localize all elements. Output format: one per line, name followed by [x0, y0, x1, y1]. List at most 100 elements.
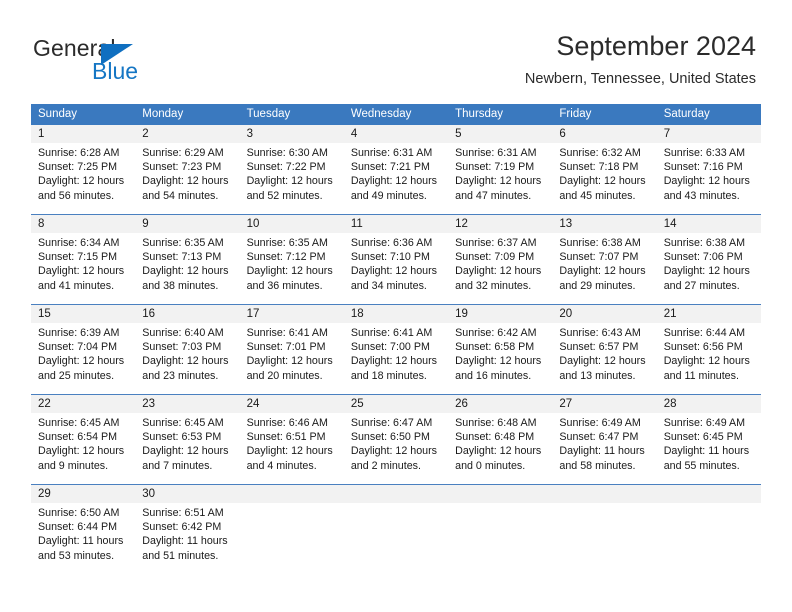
day-number[interactable]: 30: [135, 485, 239, 503]
sunrise-text: Sunrise: 6:38 AM: [559, 237, 641, 249]
sunrise-text: Sunrise: 6:47 AM: [350, 417, 433, 429]
day-number[interactable]: 9: [135, 215, 239, 233]
daylight-text-line2: and 47 minutes.: [455, 189, 532, 202]
daylight-text-line1: Daylight: 11 hours: [142, 535, 228, 548]
day-cell[interactable]: Sunrise: 6:36 AM Sunset: 7:10 PM Dayligh…: [344, 233, 448, 304]
day-cell[interactable]: Sunrise: 6:51 AM Sunset: 6:42 PM Dayligh…: [135, 503, 239, 574]
day-number[interactable]: 1: [31, 125, 135, 143]
daylight-text-line2: and 53 minutes.: [38, 549, 115, 562]
day-cell[interactable]: Sunrise: 6:49 AM Sunset: 6:47 PM Dayligh…: [552, 413, 656, 484]
day-cell[interactable]: Sunrise: 6:45 AM Sunset: 6:54 PM Dayligh…: [31, 413, 135, 484]
daylight-text-line2: and 16 minutes.: [455, 369, 532, 382]
day-number[interactable]: 27: [552, 395, 656, 413]
day-cell[interactable]: Sunrise: 6:46 AM Sunset: 6:51 PM Dayligh…: [240, 413, 344, 484]
calendar-week-row: 22 23 24 25 26 27 28 Sunrise: 6:45 AM Su…: [31, 394, 761, 484]
day-number[interactable]: 7: [657, 125, 761, 143]
day-number[interactable]: 24: [240, 395, 344, 413]
day-number[interactable]: 28: [657, 395, 761, 413]
daylight-text-line1: Daylight: 12 hours: [350, 355, 437, 368]
week-body-row: Sunrise: 6:50 AM Sunset: 6:44 PM Dayligh…: [31, 503, 761, 574]
day-cell[interactable]: Sunrise: 6:38 AM Sunset: 7:06 PM Dayligh…: [657, 233, 761, 304]
daylight-text-line2: and 13 minutes.: [559, 369, 636, 382]
daylight-text-line2: and 51 minutes.: [142, 549, 219, 562]
day-cell[interactable]: Sunrise: 6:30 AM Sunset: 7:22 PM Dayligh…: [240, 143, 344, 214]
day-number[interactable]: 29: [31, 485, 135, 503]
day-cell[interactable]: Sunrise: 6:31 AM Sunset: 7:19 PM Dayligh…: [448, 143, 552, 214]
daylight-text-line2: and 45 minutes.: [559, 189, 636, 202]
day-number[interactable]: 23: [135, 395, 239, 413]
day-cell[interactable]: Sunrise: 6:42 AM Sunset: 6:58 PM Dayligh…: [448, 323, 552, 394]
day-cell[interactable]: Sunrise: 6:28 AM Sunset: 7:25 PM Dayligh…: [31, 143, 135, 214]
day-cell[interactable]: Sunrise: 6:40 AM Sunset: 7:03 PM Dayligh…: [135, 323, 239, 394]
day-cell[interactable]: Sunrise: 6:37 AM Sunset: 7:09 PM Dayligh…: [448, 233, 552, 304]
daylight-text-line1: Daylight: 12 hours: [246, 445, 333, 458]
day-number[interactable]: 6: [552, 125, 656, 143]
day-number[interactable]: 22: [31, 395, 135, 413]
day-cell[interactable]: Sunrise: 6:38 AM Sunset: 7:07 PM Dayligh…: [552, 233, 656, 304]
day-number[interactable]: 13: [552, 215, 656, 233]
day-number[interactable]: 20: [552, 305, 656, 323]
daylight-text-line1: Daylight: 12 hours: [246, 175, 333, 188]
day-number[interactable]: 25: [344, 395, 448, 413]
day-number[interactable]: 3: [240, 125, 344, 143]
calendar-week-row: 15 16 17 18 19 20 21 Sunrise: 6:39 AM Su…: [31, 304, 761, 394]
day-number[interactable]: 18: [344, 305, 448, 323]
weekday-header-monday: Monday: [142, 108, 184, 120]
sunrise-text: Sunrise: 6:41 AM: [246, 327, 328, 339]
day-cell[interactable]: Sunrise: 6:44 AM Sunset: 6:56 PM Dayligh…: [657, 323, 761, 394]
day-cell[interactable]: Sunrise: 6:35 AM Sunset: 7:12 PM Dayligh…: [240, 233, 344, 304]
calendar-week-row: 8 9 10 11 12 13 14 Sunrise: 6:34 AM Suns…: [31, 214, 761, 304]
daylight-text-line1: Daylight: 12 hours: [663, 265, 750, 278]
day-cell[interactable]: Sunrise: 6:41 AM Sunset: 7:00 PM Dayligh…: [344, 323, 448, 394]
day-cell[interactable]: Sunrise: 6:32 AM Sunset: 7:18 PM Dayligh…: [552, 143, 656, 214]
sunset-text: Sunset: 7:09 PM: [455, 251, 535, 264]
day-number[interactable]: 8: [31, 215, 135, 233]
day-cell[interactable]: Sunrise: 6:47 AM Sunset: 6:50 PM Dayligh…: [344, 413, 448, 484]
day-cell[interactable]: Sunrise: 6:50 AM Sunset: 6:44 PM Dayligh…: [31, 503, 135, 574]
calendar-week-row: 29 30 Sunrise: 6:50 AM Sunset: 6:44 PM D…: [31, 484, 761, 574]
sunset-text: Sunset: 6:51 PM: [246, 431, 326, 444]
sunset-text: Sunset: 6:42 PM: [142, 521, 222, 534]
sunset-text: Sunset: 7:21 PM: [350, 161, 430, 174]
day-cell[interactable]: Sunrise: 6:49 AM Sunset: 6:45 PM Dayligh…: [657, 413, 761, 484]
weekday-header-saturday: Saturday: [663, 108, 710, 120]
week-date-band: 1 2 3 4 5 6 7: [31, 125, 761, 143]
day-cell[interactable]: Sunrise: 6:39 AM Sunset: 7:04 PM Dayligh…: [31, 323, 135, 394]
weekday-header-tuesday: Tuesday: [246, 108, 291, 120]
sunrise-text: Sunrise: 6:39 AM: [38, 327, 120, 339]
daylight-text-line2: and 9 minutes.: [38, 459, 109, 472]
day-cell[interactable]: Sunrise: 6:43 AM Sunset: 6:57 PM Dayligh…: [552, 323, 656, 394]
day-cell-empty: [344, 503, 448, 574]
day-cell[interactable]: Sunrise: 6:34 AM Sunset: 7:15 PM Dayligh…: [31, 233, 135, 304]
sunrise-text: Sunrise: 6:31 AM: [350, 147, 433, 159]
day-number[interactable]: 17: [240, 305, 344, 323]
daylight-text-line2: and 2 minutes.: [350, 459, 421, 472]
sunset-text: Sunset: 7:00 PM: [350, 341, 430, 354]
day-number[interactable]: 16: [135, 305, 239, 323]
day-cell[interactable]: Sunrise: 6:48 AM Sunset: 6:48 PM Dayligh…: [448, 413, 552, 484]
week-date-band: 15 16 17 18 19 20 21: [31, 305, 761, 323]
day-number[interactable]: 4: [344, 125, 448, 143]
general-blue-logo[interactable]: General Blue: [33, 35, 253, 90]
day-number[interactable]: 5: [448, 125, 552, 143]
day-number[interactable]: 15: [31, 305, 135, 323]
day-cell[interactable]: Sunrise: 6:29 AM Sunset: 7:23 PM Dayligh…: [135, 143, 239, 214]
day-cell[interactable]: Sunrise: 6:31 AM Sunset: 7:21 PM Dayligh…: [344, 143, 448, 214]
day-number[interactable]: 14: [657, 215, 761, 233]
day-cell[interactable]: Sunrise: 6:45 AM Sunset: 6:53 PM Dayligh…: [135, 413, 239, 484]
sunrise-text: Sunrise: 6:43 AM: [559, 327, 641, 339]
sunrise-text: Sunrise: 6:38 AM: [663, 237, 746, 249]
day-number[interactable]: 12: [448, 215, 552, 233]
day-cell[interactable]: Sunrise: 6:35 AM Sunset: 7:13 PM Dayligh…: [135, 233, 239, 304]
day-number[interactable]: 2: [135, 125, 239, 143]
day-cell[interactable]: Sunrise: 6:33 AM Sunset: 7:16 PM Dayligh…: [657, 143, 761, 214]
daylight-text-line1: Daylight: 12 hours: [38, 355, 125, 368]
daylight-text-line2: and 55 minutes.: [663, 459, 740, 472]
day-number[interactable]: 26: [448, 395, 552, 413]
day-cell[interactable]: Sunrise: 6:41 AM Sunset: 7:01 PM Dayligh…: [240, 323, 344, 394]
day-number[interactable]: 10: [240, 215, 344, 233]
day-number[interactable]: 21: [657, 305, 761, 323]
day-number[interactable]: 11: [344, 215, 448, 233]
day-number[interactable]: 19: [448, 305, 552, 323]
daylight-text-line2: and 20 minutes.: [246, 369, 323, 382]
